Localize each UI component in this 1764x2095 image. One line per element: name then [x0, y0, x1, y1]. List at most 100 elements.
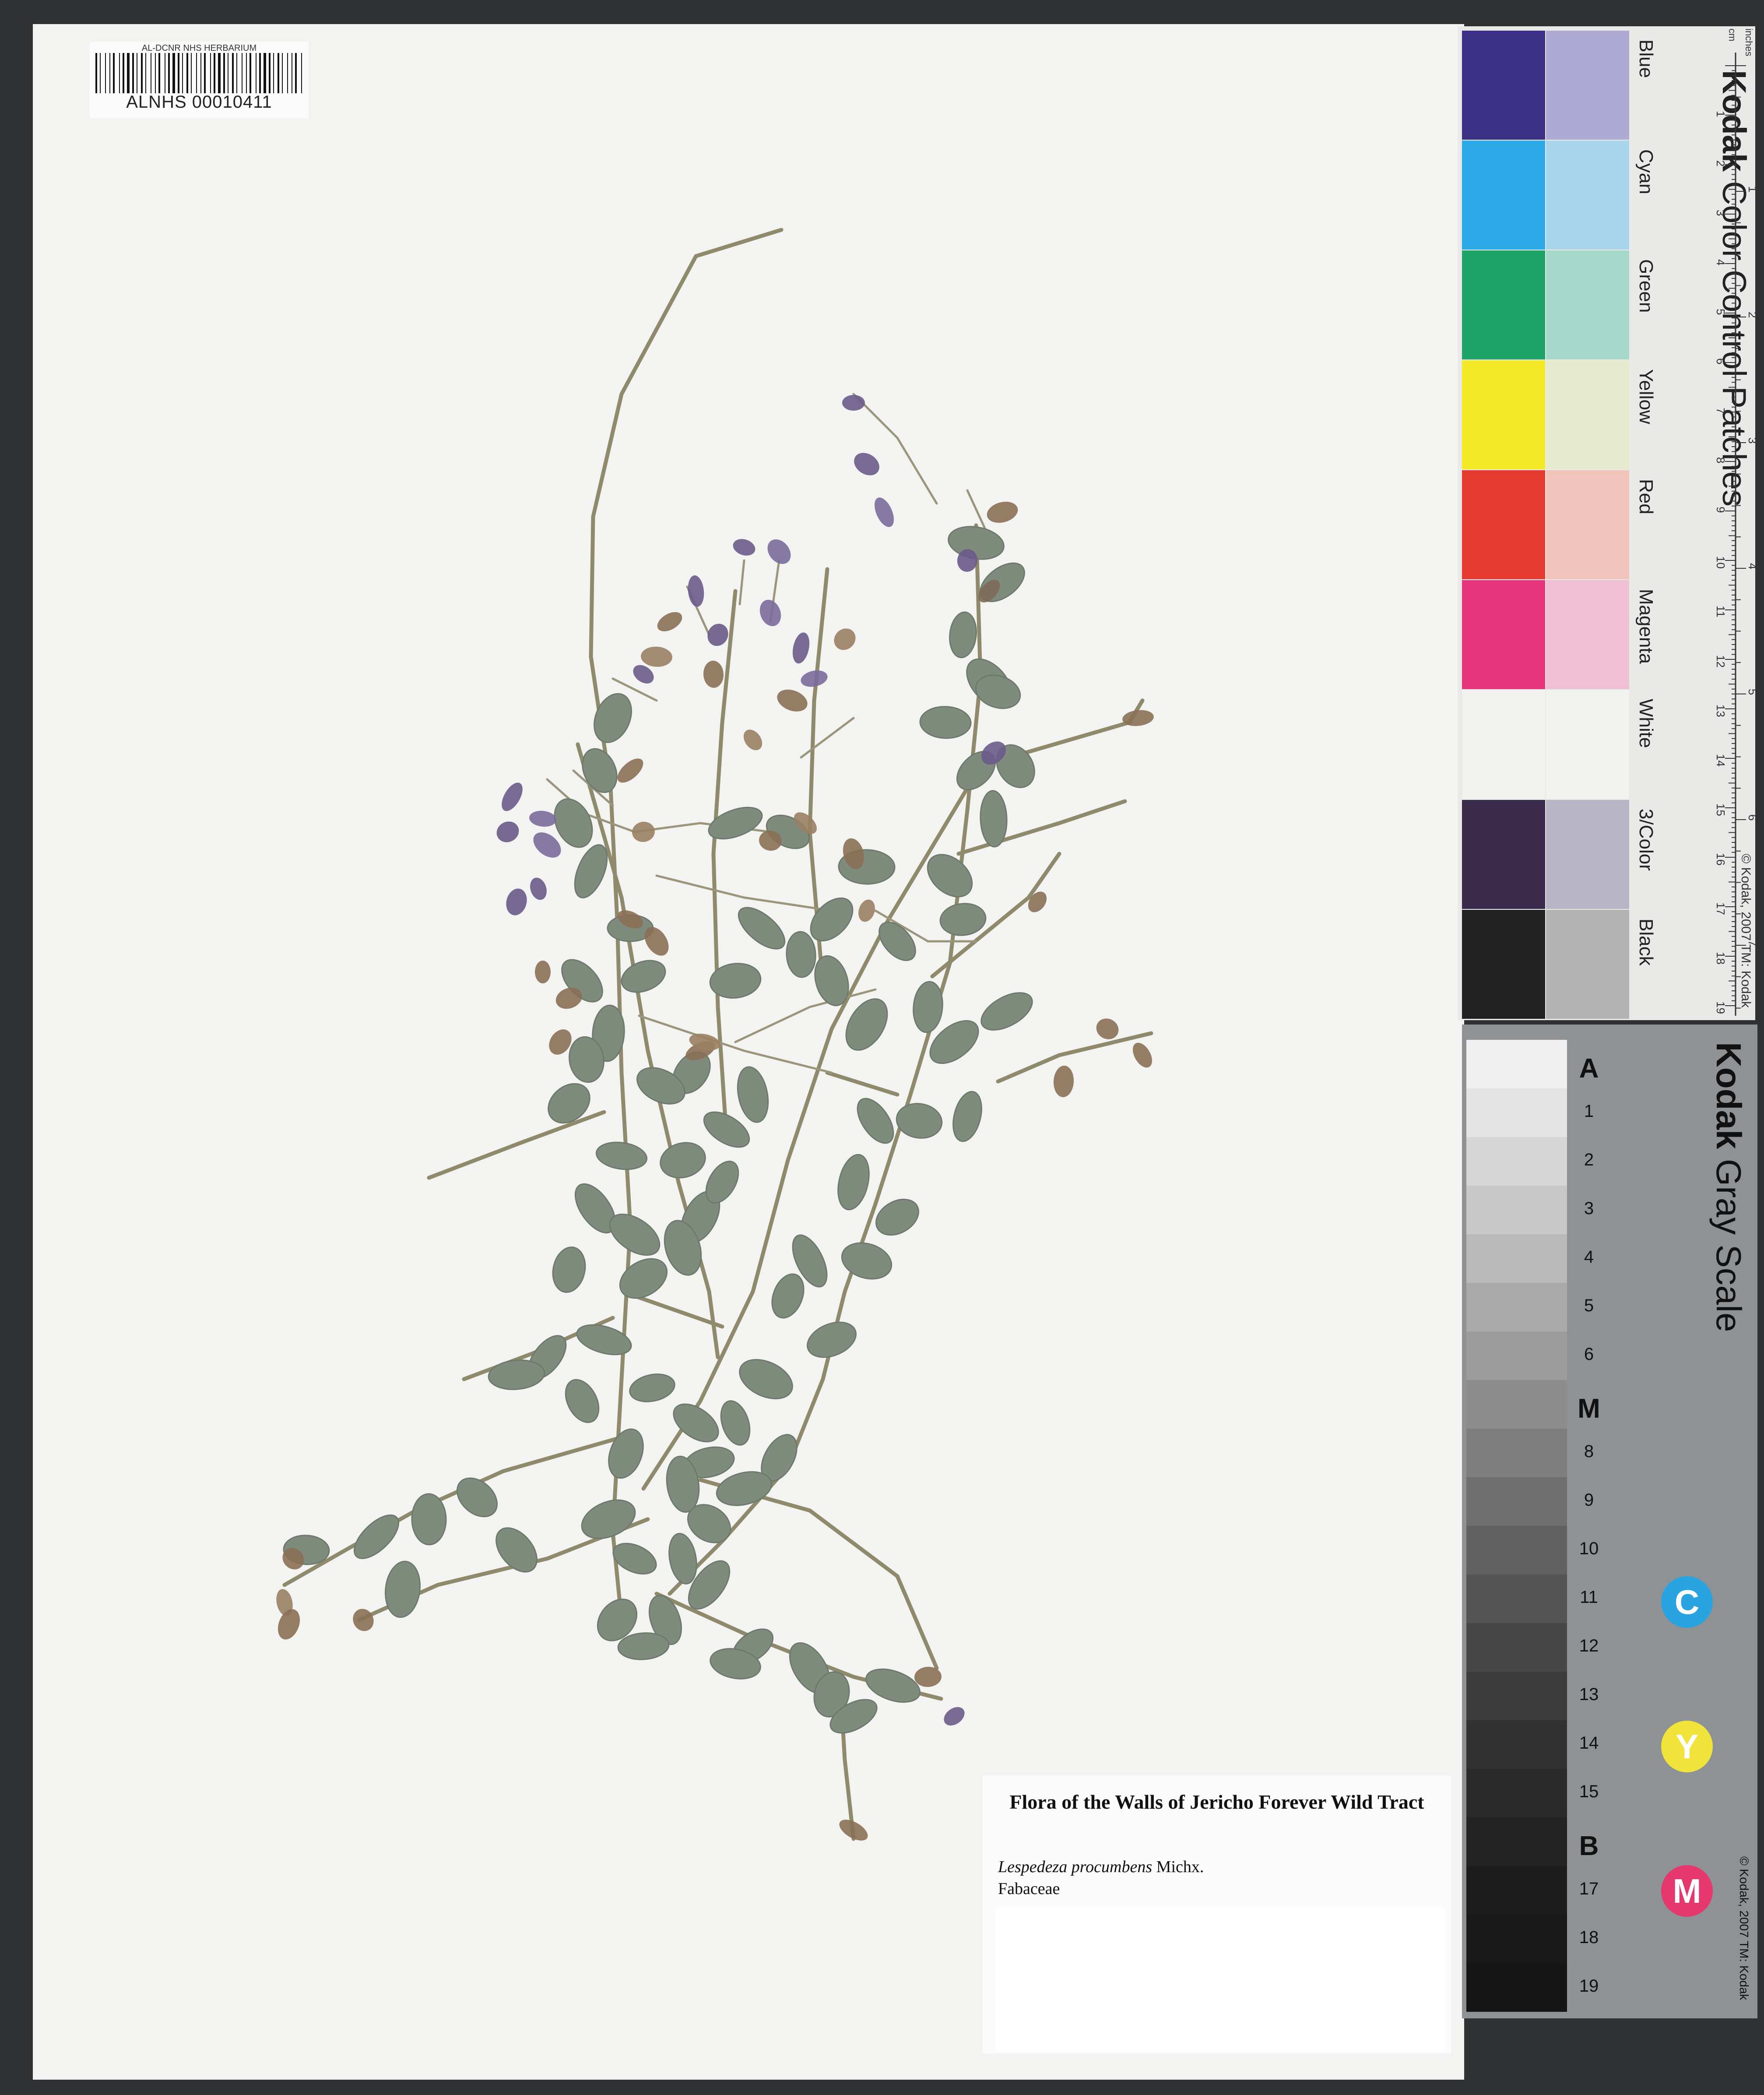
ruler-inch-label: 4 [1746, 563, 1755, 569]
color-patch [1462, 360, 1545, 469]
gray-step-label: 5 [1584, 1296, 1594, 1315]
ruler-cm-label: 2 [1716, 160, 1727, 166]
gray-step [1466, 1720, 1567, 1769]
leaflet [739, 1359, 793, 1400]
flower [657, 612, 682, 631]
flower [858, 899, 875, 922]
flower [535, 961, 551, 983]
gray-step [1466, 1380, 1567, 1429]
gray-step [1466, 1672, 1567, 1720]
color-patch-label: Green [1635, 259, 1657, 313]
flower [854, 453, 879, 475]
ruler-cm-label: 12 [1716, 655, 1727, 668]
flower [792, 632, 810, 664]
ruler-cm-label: 14 [1716, 754, 1727, 767]
gray-step [1466, 1623, 1567, 1672]
gray-step-label: 9 [1584, 1490, 1594, 1510]
cym-target: M [1661, 1865, 1713, 1917]
ruler-cm-label: 5 [1716, 309, 1727, 315]
flower [688, 575, 704, 607]
gray-step [1466, 1088, 1567, 1137]
ruler-cm-label: 9 [1716, 507, 1727, 513]
gray-step [1466, 1234, 1567, 1283]
gray-step-label: 8 [1584, 1442, 1594, 1461]
flower [506, 888, 527, 915]
color-patch-label: 3/Color [1635, 809, 1657, 871]
flower [834, 628, 856, 650]
ruler-unit-cm: cm [1727, 28, 1738, 42]
flower [733, 539, 755, 556]
flower [1133, 1042, 1152, 1068]
gray-step-label: 15 [1579, 1782, 1599, 1801]
gray-step-label: 17 [1579, 1879, 1599, 1898]
ruler-cm-label: 11 [1716, 606, 1727, 617]
ruler-cm-label: 8 [1716, 457, 1727, 463]
color-patch-tint [1546, 141, 1629, 250]
color-patch-tint [1546, 31, 1629, 140]
leaflet [841, 1242, 893, 1280]
leaflet [629, 1373, 675, 1402]
label-blank-area [996, 1907, 1444, 2051]
leaflet [980, 992, 1033, 1031]
color-patch-tint [1546, 360, 1629, 469]
plant-specimen [276, 228, 1154, 1841]
flower [496, 821, 519, 842]
leaflet [456, 1477, 498, 1518]
gray-step-label: 18 [1579, 1928, 1599, 1947]
leaflet [919, 706, 972, 739]
flower [617, 758, 643, 783]
flower [801, 670, 828, 687]
color-patch [1462, 580, 1545, 689]
flower [632, 821, 655, 842]
flower [1096, 1018, 1119, 1039]
color-patch [1462, 250, 1545, 359]
leaflet [594, 693, 632, 743]
ruler-inch-label: 1 [1746, 186, 1755, 192]
collection-title: Flora of the Walls of Jericho Forever Wi… [1009, 1791, 1424, 1813]
ruler-cm-label: 10 [1716, 556, 1727, 569]
flower [1028, 891, 1047, 912]
gray-card-title: Gray Scale [1709, 1158, 1748, 1332]
gray-step-label: 3 [1584, 1199, 1594, 1218]
cym-target: Y [1661, 1721, 1713, 1772]
color-patch [1462, 800, 1545, 909]
color-patch-tint [1546, 910, 1629, 1019]
leaflet [720, 1400, 751, 1446]
leaflet [668, 1533, 697, 1584]
ruler-inch-label: 7 [1746, 940, 1755, 946]
ruler-cm-label: 16 [1716, 853, 1727, 866]
gray-step [1466, 1477, 1567, 1526]
leaflet [786, 931, 816, 978]
leaflet [608, 1428, 644, 1479]
flower [743, 729, 763, 750]
gray-step [1466, 1866, 1567, 1915]
flower [707, 623, 728, 646]
color-patch [1462, 470, 1545, 579]
species-name: Lespedeza procumbens Michx. [998, 1857, 1204, 1877]
ruler-cm-label: 13 [1716, 704, 1727, 717]
specimen-label: Flora of the Walls of Jericho Forever Wi… [983, 1775, 1451, 2053]
ruler-cm-label: 4 [1716, 259, 1727, 265]
leaflet [980, 790, 1008, 848]
gray-step-label: 12 [1579, 1636, 1599, 1655]
leaflet [488, 1359, 545, 1390]
leaflet [548, 1083, 590, 1124]
authority: Michx. [1156, 1858, 1204, 1876]
flower [278, 1609, 300, 1640]
color-patch-tint [1546, 580, 1629, 689]
family-name: Fabaceae [998, 1880, 1060, 1898]
ruler-cm-label: 3 [1716, 210, 1727, 216]
gray-card-copyright: © Kodak, 2007 TM: Kodak [1737, 1856, 1751, 2000]
leaflet [949, 611, 977, 658]
gray-card-heading: Kodak Gray Scale [1708, 1042, 1749, 1332]
leaflet [771, 1273, 805, 1319]
leaflet [552, 1246, 586, 1293]
cym-target: C [1661, 1576, 1713, 1628]
leaflet [595, 1141, 648, 1170]
flower [641, 646, 672, 667]
leaflet [952, 1091, 982, 1142]
leaflet [385, 1560, 421, 1618]
gray-step [1466, 1915, 1567, 1963]
color-patch-tint [1546, 800, 1629, 909]
leaflet [621, 960, 666, 993]
